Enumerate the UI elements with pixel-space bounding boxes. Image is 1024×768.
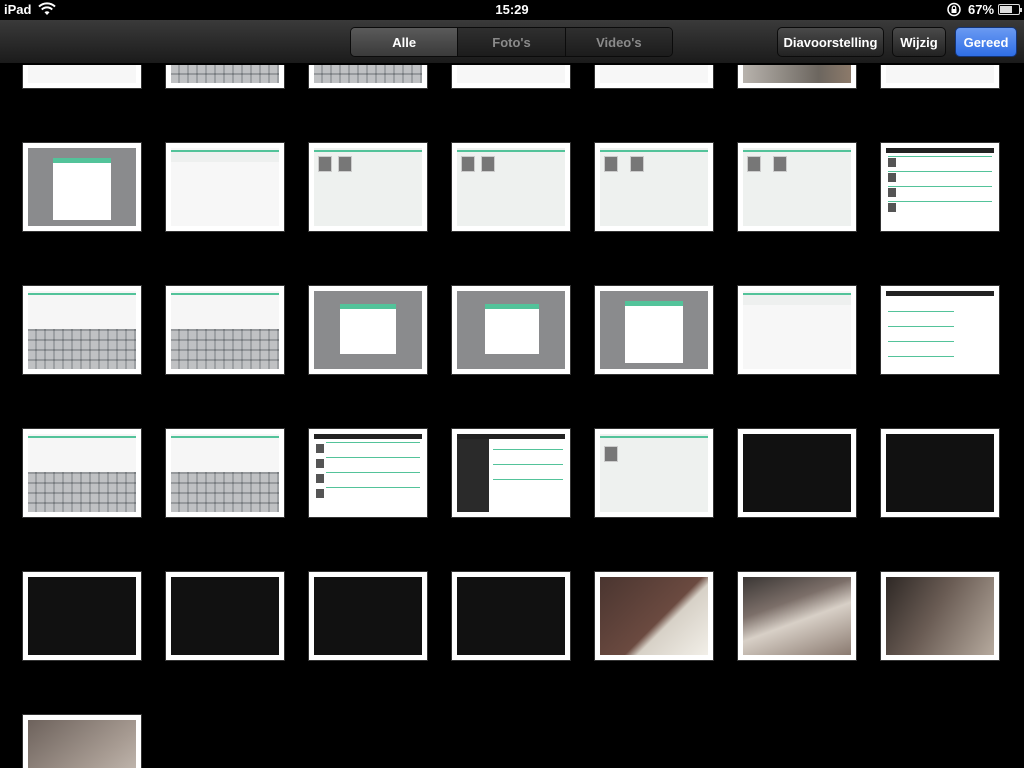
photo-thumbnail[interactable] <box>22 428 142 518</box>
battery-icon <box>998 4 1022 15</box>
photo-thumbnail[interactable] <box>880 65 1000 89</box>
photo-thumbnail[interactable] <box>594 571 714 661</box>
segment-all[interactable]: Alle <box>351 28 459 56</box>
photo-thumbnail[interactable] <box>451 571 571 661</box>
photo-thumbnail[interactable] <box>594 65 714 89</box>
photo-thumbnail[interactable] <box>165 428 285 518</box>
photo-thumbnail[interactable] <box>308 65 428 89</box>
battery-fill <box>1000 6 1013 13</box>
photo-thumbnail[interactable] <box>880 142 1000 232</box>
photo-thumbnail[interactable] <box>737 428 857 518</box>
segment-videos[interactable]: Video's <box>565 28 672 56</box>
photo-thumbnail[interactable] <box>308 142 428 232</box>
photo-thumbnail[interactable] <box>308 285 428 375</box>
photo-thumbnail[interactable] <box>880 571 1000 661</box>
photo-thumbnail[interactable] <box>22 285 142 375</box>
segment-photos[interactable]: Foto's <box>458 28 566 56</box>
photo-thumbnail[interactable] <box>165 571 285 661</box>
photo-thumbnail[interactable] <box>165 65 285 89</box>
photo-thumbnail[interactable] <box>737 142 857 232</box>
photo-thumbnail[interactable] <box>165 142 285 232</box>
photo-thumbnail[interactable] <box>880 285 1000 375</box>
photo-thumbnail[interactable] <box>737 571 857 661</box>
photo-thumbnail[interactable] <box>594 285 714 375</box>
photo-thumbnail[interactable] <box>22 714 142 768</box>
photo-thumbnail[interactable] <box>451 285 571 375</box>
photo-thumbnail[interactable] <box>737 285 857 375</box>
status-bar: iPad 15:29 67% <box>0 0 1024 20</box>
photo-thumbnail[interactable] <box>22 65 142 89</box>
edit-button[interactable]: Wijzig <box>892 27 946 57</box>
slideshow-button[interactable]: Diavoorstelling <box>777 27 884 57</box>
photo-thumbnail[interactable] <box>880 428 1000 518</box>
photo-thumbnail[interactable] <box>308 428 428 518</box>
photo-thumbnail[interactable] <box>737 65 857 89</box>
toolbar: Alle Foto's Video's Diavoorstelling Wijzig… <box>0 20 1024 64</box>
photo-thumbnail[interactable] <box>165 285 285 375</box>
photo-thumbnail[interactable] <box>451 65 571 89</box>
photo-grid <box>0 65 1024 768</box>
clock: 15:29 <box>495 2 529 17</box>
battery-percent: 67% <box>968 2 995 17</box>
photo-thumbnail[interactable] <box>594 142 714 232</box>
photo-thumbnail[interactable] <box>451 142 571 232</box>
photo-thumbnail[interactable] <box>451 428 571 518</box>
media-filter-segmented-control: Alle Foto's Video's <box>350 27 673 57</box>
photo-thumbnail[interactable] <box>22 571 142 661</box>
photo-thumbnail[interactable] <box>308 571 428 661</box>
rotation-lock-icon <box>947 2 961 17</box>
photo-thumbnail[interactable] <box>594 428 714 518</box>
done-button[interactable]: Gereed <box>955 27 1017 57</box>
photo-thumbnail[interactable] <box>22 142 142 232</box>
